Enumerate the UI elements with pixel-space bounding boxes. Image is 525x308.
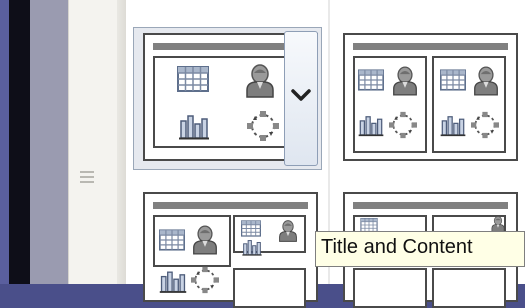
person-icon	[192, 225, 218, 255]
slides-pane	[68, 0, 127, 284]
person-icon	[473, 66, 499, 96]
content-placeholder-bottom-left	[353, 268, 427, 308]
table-icon	[159, 229, 185, 251]
layout-tooltip: Title and Content	[315, 231, 525, 267]
smartart-cycle-icon	[388, 111, 418, 139]
content-placeholder-bottom-right	[233, 268, 306, 308]
title-placeholder	[153, 202, 308, 209]
person-icon	[392, 66, 418, 96]
chart-icon	[439, 113, 467, 137]
title-placeholder	[353, 43, 508, 50]
desktop-edge	[0, 0, 9, 284]
grip-icon[interactable]	[80, 168, 94, 188]
layout-thumbnail-two-content[interactable]	[343, 33, 518, 161]
title-placeholder	[353, 202, 508, 209]
chart-icon	[357, 113, 385, 137]
chart-icon	[241, 238, 263, 256]
person-icon	[488, 216, 508, 232]
person-icon	[278, 220, 298, 242]
content-placeholder-bottom-right	[432, 268, 506, 308]
table-icon	[358, 218, 380, 232]
smartart-cycle-icon	[190, 266, 220, 294]
chart-icon	[177, 112, 211, 140]
table-icon	[177, 66, 209, 92]
smartart-cycle-icon	[246, 110, 280, 142]
chart-icon	[158, 268, 188, 294]
window-border	[9, 0, 30, 284]
table-icon	[358, 69, 384, 91]
smartart-cycle-icon	[470, 111, 500, 139]
table-icon	[440, 69, 466, 91]
table-icon	[241, 220, 261, 237]
side-strip	[30, 0, 68, 284]
chevron-down-icon[interactable]	[290, 88, 312, 102]
person-icon	[245, 64, 275, 98]
